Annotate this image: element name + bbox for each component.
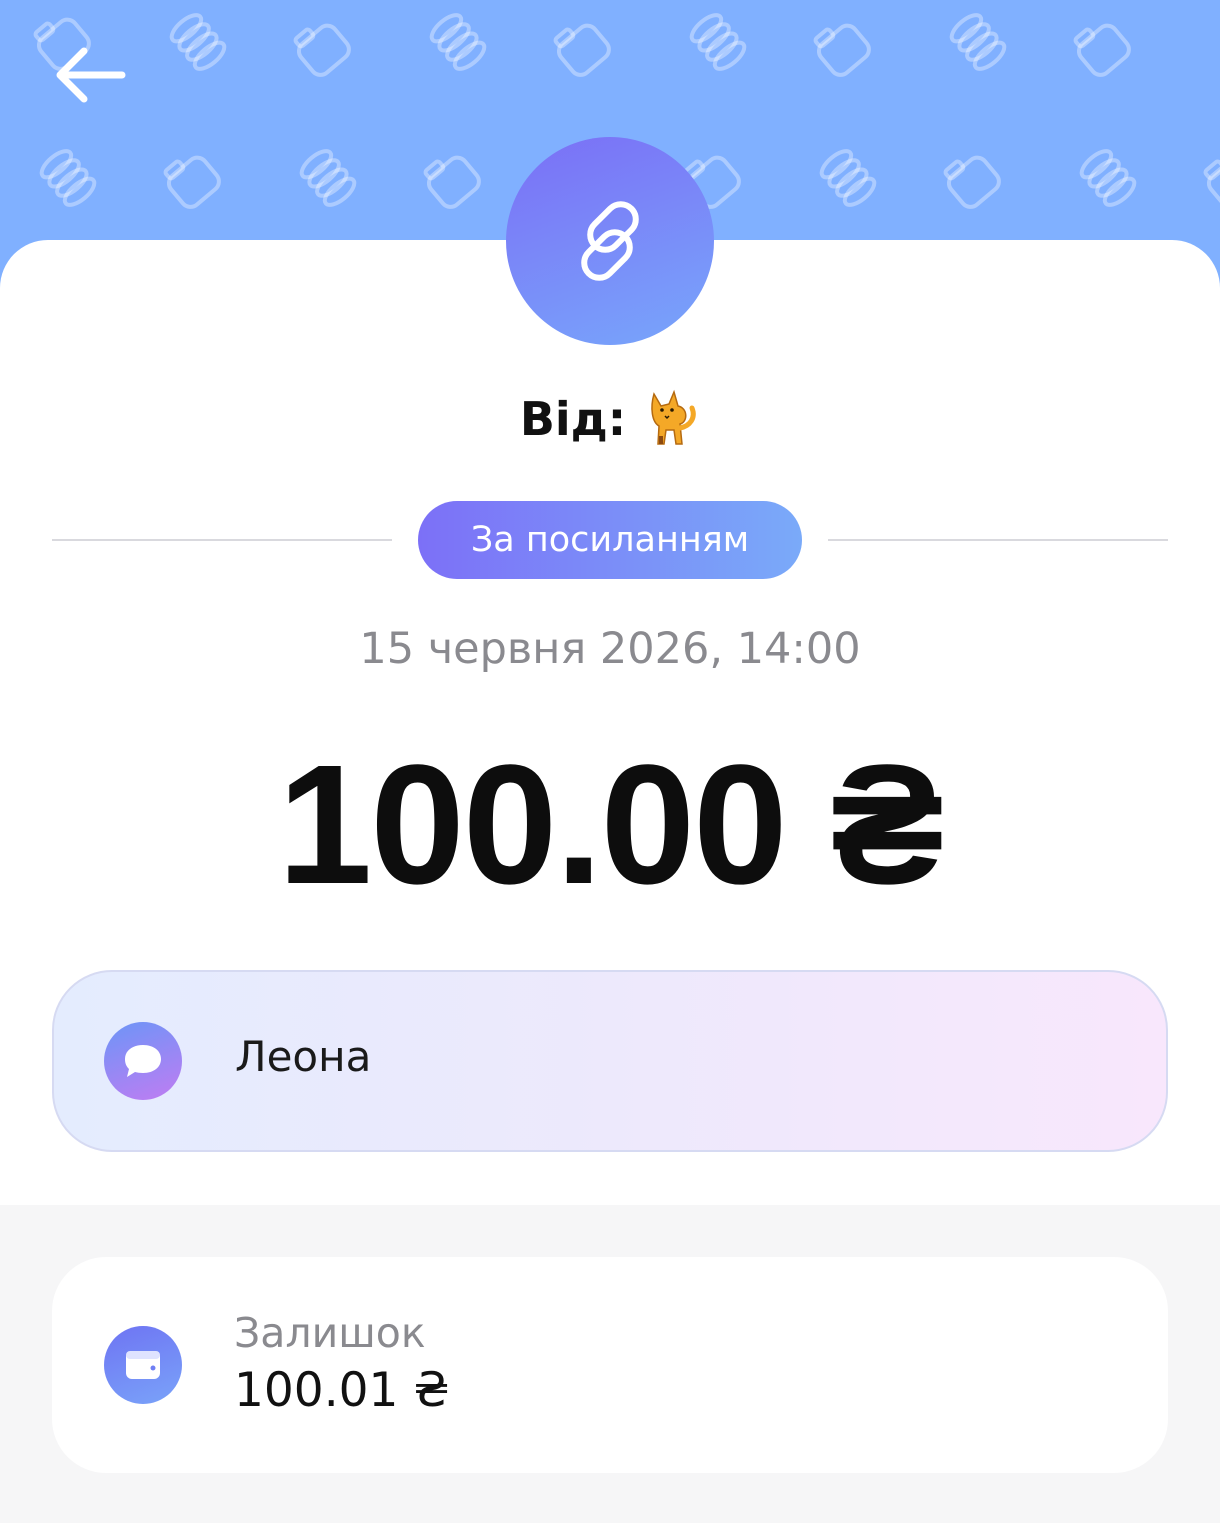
transfer-amount: 100.00 ₴	[277, 730, 945, 920]
transfer-date: 15 червня 2026, 14:00	[359, 624, 861, 674]
back-button[interactable]	[40, 30, 140, 120]
comment-text: Леона	[235, 1032, 372, 1081]
from-label: Від:	[519, 392, 627, 446]
transaction-details-screen: Від: За посиланням 15 червня 2026, 14:00…	[0, 0, 1220, 1523]
wallet-icon	[104, 1326, 182, 1404]
cat-emoji-icon	[651, 389, 696, 445]
chat-bubble-icon	[104, 1022, 182, 1100]
divider-left	[52, 539, 392, 541]
comment-card: Леона	[52, 970, 1168, 1152]
balance-card: Залишок 100.01 ₴	[52, 1257, 1168, 1473]
transfer-method-badge: За посиланням	[418, 501, 802, 579]
divider-right	[828, 539, 1168, 541]
arrow-left-icon	[56, 47, 126, 103]
link-icon	[581, 201, 639, 281]
transfer-type-avatar	[506, 137, 714, 345]
sender-row: Від:	[0, 382, 1220, 456]
balance-value: 100.01 ₴	[234, 1363, 450, 1418]
balance-label: Залишок	[234, 1309, 426, 1357]
